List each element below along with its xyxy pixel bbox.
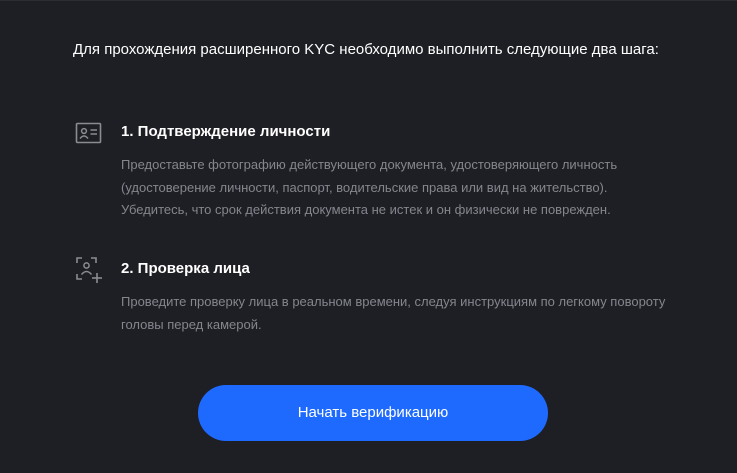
step-title: 1. Подтверждение личности	[121, 123, 331, 140]
face-scan-icon	[76, 257, 102, 283]
start-verification-button[interactable]: Начать верификацию	[198, 385, 548, 441]
step-title: 2. Проверка лица	[121, 260, 250, 277]
intro-text: Для прохождения расширенного KYC необход…	[73, 41, 659, 58]
step-description: Проведите проверку лица в реальном време…	[121, 294, 666, 332]
id-card-icon	[75, 122, 102, 144]
step-description: Предоставьте фотографию действующего док…	[121, 157, 618, 217]
kyc-panel: Для прохождения расширенного KYC необход…	[0, 0, 737, 473]
